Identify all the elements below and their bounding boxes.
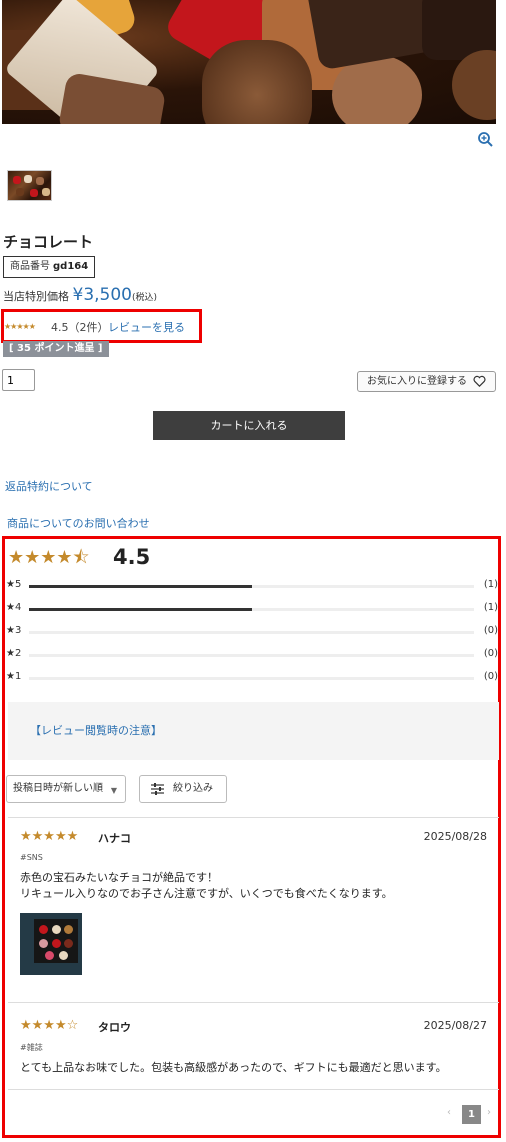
- price-value: ¥3,500: [72, 285, 132, 305]
- review-stars-icon: ★★★★☆: [20, 1018, 79, 1033]
- review-body-line: 赤色の宝石みたいなチョコが絶品です！: [20, 871, 218, 884]
- review-body-line: リキュール入りなのでお子さん注意ですが、いくつでも食べたくなります。: [20, 887, 393, 900]
- rating-summary-line: ★★★★★ 4.5（2件） レビューを見る: [1, 309, 202, 343]
- filter-label: 絞り込み: [173, 783, 213, 794]
- heart-icon: [473, 375, 486, 387]
- rating-score: 4.5（2件）: [51, 321, 109, 334]
- current-page[interactable]: 1: [462, 1105, 481, 1124]
- review-date: 2025/08/27: [423, 1019, 487, 1032]
- rating-distribution-row[interactable]: ★3 (0): [6, 625, 498, 639]
- product-inquiry-link[interactable]: 商品についてのお問い合わせ: [7, 515, 150, 531]
- review-notice-link[interactable]: 【レビュー閲覧時の注意】: [8, 702, 499, 760]
- return-policy-link[interactable]: 返品特約について: [5, 478, 93, 494]
- review-body-line: とても上品なお味でした。包装も高級感があったので、ギフトにも最適だと思います。: [20, 1061, 447, 1074]
- prev-page-button[interactable]: ‹: [447, 1107, 451, 1118]
- product-title: チョコレート: [3, 233, 94, 251]
- rating-bar-track: [29, 608, 474, 611]
- sliders-icon: [151, 783, 164, 795]
- review-item: ★★★★★ ハナコ 2025/08/28 #SNS 赤色の宝石みたいなチョコが絶…: [20, 829, 487, 975]
- rating-level-label: ★5: [6, 579, 22, 590]
- rating-level-label: ★1: [6, 671, 22, 682]
- quantity-input[interactable]: [2, 369, 35, 391]
- divider: [8, 1089, 499, 1090]
- price-label: 当店特別価格: [3, 290, 69, 303]
- review-item: ★★★★☆ タロウ 2025/08/27 #雑誌 とても上品なお味でした。包装も…: [20, 1018, 487, 1088]
- rating-bar-track: [29, 631, 474, 634]
- product-code-label: 商品番号: [10, 261, 50, 272]
- next-page-button[interactable]: ›: [487, 1107, 491, 1118]
- favorite-label: お気に入りに登録する: [367, 376, 467, 387]
- reviewer-name: タロウ: [98, 1021, 131, 1034]
- review-tag: #雑誌: [20, 1043, 43, 1052]
- rating-count: (0): [483, 671, 498, 682]
- tax-label: (税込): [131, 293, 158, 303]
- rating-bar-fill: [29, 585, 252, 588]
- rating-bar-fill: [29, 608, 252, 611]
- review-link[interactable]: レビューを見る: [108, 319, 185, 335]
- review-body: 赤色の宝石みたいなチョコが絶品です！ リキュール入りなのでお子さん注意ですが、い…: [20, 870, 393, 902]
- divider: [8, 1002, 499, 1003]
- reviewer-name: ハナコ: [98, 832, 131, 845]
- review-photo[interactable]: [20, 913, 82, 975]
- filter-button[interactable]: 絞り込み: [139, 775, 227, 803]
- product-code-box: 商品番号 gd164: [3, 256, 96, 278]
- rating-count: (0): [483, 625, 498, 636]
- rating-distribution-row[interactable]: ★1 (0): [6, 671, 498, 685]
- points-badge: [ 35 ポイント進呈 ]: [3, 341, 109, 357]
- product-thumbnail[interactable]: [7, 170, 52, 201]
- rating-distribution-row[interactable]: ★2 (0): [6, 648, 498, 662]
- review-stars-icon: ★★★★★: [20, 829, 79, 844]
- caret-down-icon: ▼: [110, 786, 117, 795]
- rating-bar-track: [29, 585, 474, 588]
- product-code: gd164: [53, 261, 89, 272]
- pagination: ‹ 1 ›: [441, 1103, 496, 1125]
- review-tag: #SNS: [20, 853, 43, 862]
- rating-level-label: ★3: [6, 625, 22, 636]
- rating-level-label: ★2: [6, 648, 22, 659]
- add-to-favorites-button[interactable]: お気に入りに登録する: [357, 371, 496, 392]
- zoom-in-icon[interactable]: [477, 131, 495, 149]
- average-stars-icon: ★★★★⯪: [8, 547, 90, 568]
- rating-distribution-row[interactable]: ★5 (1): [6, 579, 498, 593]
- rating-count: (1): [483, 602, 498, 613]
- rating-level-label: ★4: [6, 602, 22, 613]
- rating-distribution-row[interactable]: ★4 (1): [6, 602, 498, 616]
- price-row: 当店特別価格 ¥3,500(税込): [3, 285, 157, 305]
- rating-bar-track: [29, 654, 474, 657]
- review-date: 2025/08/28: [423, 830, 487, 843]
- rating-count: (1): [483, 579, 498, 590]
- divider: [8, 817, 499, 818]
- product-main-image: [2, 0, 496, 124]
- rating-bar-track: [29, 677, 474, 680]
- sort-label: 投稿日時が新しい順: [13, 783, 103, 794]
- rating-stars-icon: ★★★★★: [4, 322, 36, 331]
- rating-count: (0): [483, 648, 498, 659]
- average-rating: 4.5: [113, 545, 151, 569]
- reviews-section: ★★★★⯪ 4.5 ★5 (1) ★4 (1) ★3 (0) ★2 (0) ★1 (0) 【レビュ…: [2, 536, 501, 1138]
- sort-select[interactable]: 投稿日時が新しい順 ▼: [6, 775, 126, 803]
- add-to-cart-button[interactable]: カートに入れる: [153, 411, 345, 440]
- review-body: とても上品なお味でした。包装も高級感があったので、ギフトにも最適だと思います。: [20, 1060, 447, 1076]
